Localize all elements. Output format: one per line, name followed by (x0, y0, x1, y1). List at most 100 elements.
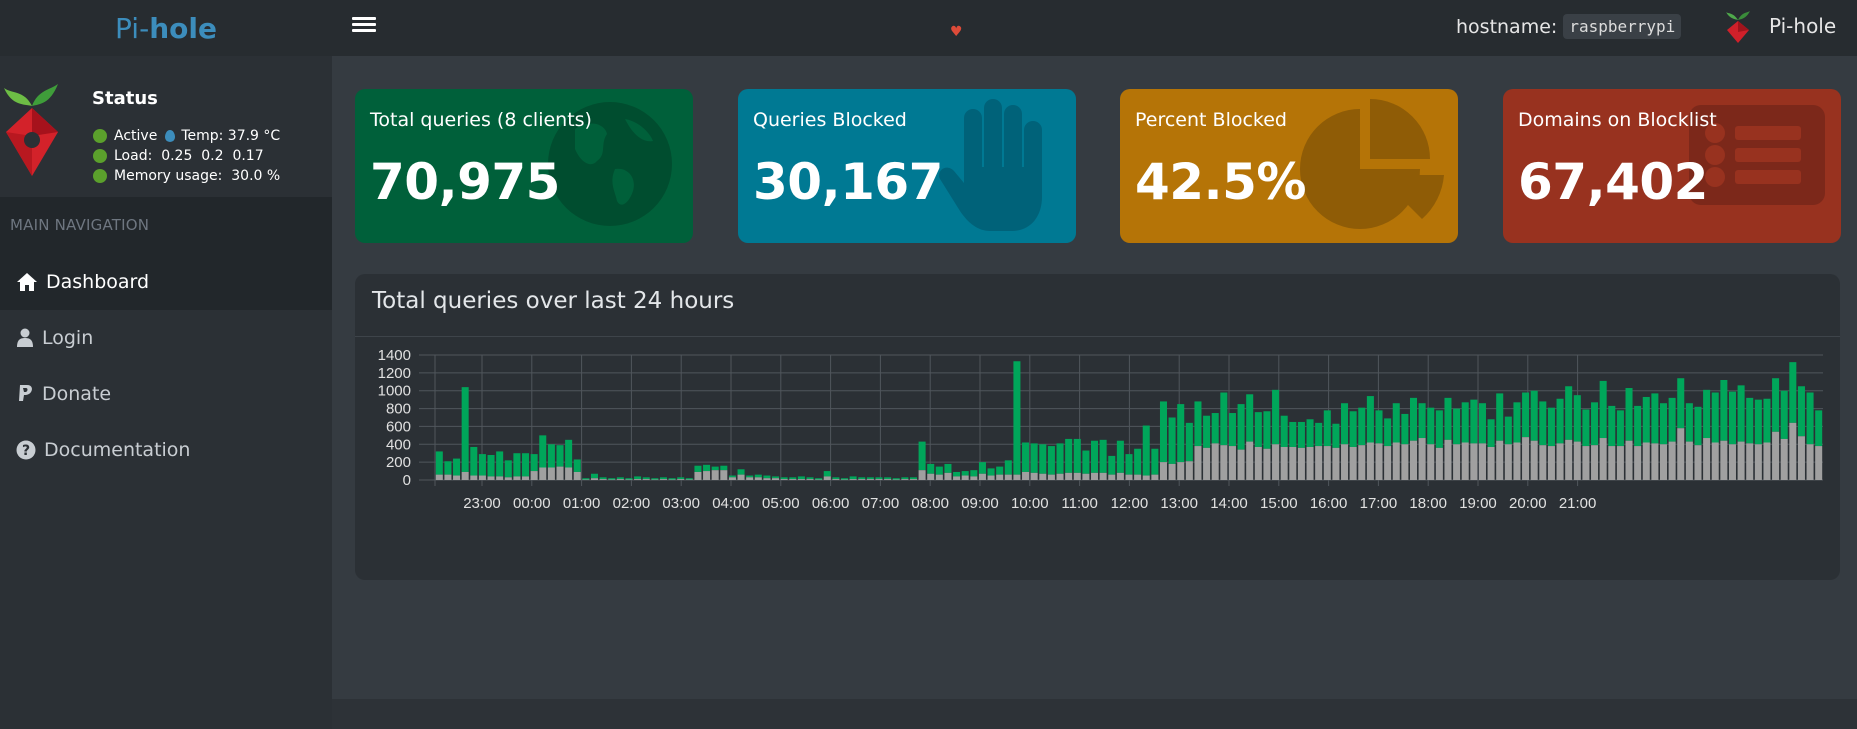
bar-blocked[interactable] (1073, 472, 1081, 480)
bar-permitted[interactable] (780, 477, 788, 480)
bar-blocked[interactable] (1435, 447, 1443, 480)
bar-blocked[interactable] (1642, 442, 1650, 481)
bar-blocked[interactable] (1211, 443, 1219, 480)
bar-permitted[interactable] (1125, 454, 1133, 475)
card-domains-blocklist[interactable]: Domains on Blocklist 67,402 (1503, 89, 1841, 243)
bar-blocked[interactable] (1694, 445, 1702, 480)
bar-permitted[interactable] (1056, 443, 1064, 474)
bar-permitted[interactable] (703, 464, 711, 472)
bar-blocked[interactable] (1125, 474, 1133, 480)
bar-permitted[interactable] (1263, 411, 1271, 449)
bar-permitted[interactable] (478, 454, 486, 476)
bar-blocked[interactable] (1091, 472, 1099, 480)
bar-permitted[interactable] (1194, 401, 1202, 447)
bar-permitted[interactable] (858, 477, 866, 480)
bar-blocked[interactable] (1728, 444, 1736, 480)
bar-blocked[interactable] (1203, 447, 1211, 480)
bar-blocked[interactable] (1228, 446, 1236, 480)
bar-blocked[interactable] (1513, 442, 1521, 481)
bar-permitted[interactable] (823, 471, 831, 477)
bar-permitted[interactable] (668, 478, 676, 480)
bar-permitted[interactable] (892, 478, 900, 480)
bar-blocked[interactable] (1711, 442, 1719, 481)
bar-blocked[interactable] (1685, 441, 1693, 480)
bar-blocked[interactable] (1427, 444, 1435, 480)
bar-blocked[interactable] (1185, 461, 1193, 480)
bar-permitted[interactable] (1151, 448, 1159, 475)
bar-permitted[interactable] (642, 477, 650, 480)
bar-blocked[interactable] (1039, 473, 1047, 480)
bar-permitted[interactable] (1108, 455, 1116, 475)
bar-blocked[interactable] (1323, 446, 1331, 480)
bar-blocked[interactable] (556, 466, 564, 480)
bar-permitted[interactable] (522, 453, 530, 477)
bar-blocked[interactable] (1366, 442, 1374, 481)
bar-blocked[interactable] (996, 474, 1004, 480)
bar-blocked[interactable] (1789, 422, 1797, 480)
sidebar-toggle-button[interactable] (352, 14, 376, 38)
bar-blocked[interactable] (1608, 446, 1616, 480)
bar-blocked[interactable] (1418, 438, 1426, 480)
bar-permitted[interactable] (1142, 425, 1150, 476)
bar-permitted[interactable] (927, 463, 935, 474)
bar-blocked[interactable] (720, 470, 728, 480)
bar-permitted[interactable] (625, 478, 633, 480)
bar-permitted[interactable] (1401, 413, 1409, 445)
bar-blocked[interactable] (780, 479, 788, 480)
bar-permitted[interactable] (513, 453, 521, 477)
bar-blocked[interactable] (1013, 474, 1021, 480)
bar-blocked[interactable] (1194, 446, 1202, 480)
bar-permitted[interactable] (1297, 421, 1305, 448)
bar-blocked[interactable] (1151, 474, 1159, 480)
bar-blocked[interactable] (1392, 442, 1400, 481)
bar-blocked[interactable] (1797, 436, 1805, 480)
bar-permitted[interactable] (461, 387, 469, 472)
bar-permitted[interactable] (1039, 444, 1047, 474)
bar-blocked[interactable] (1254, 446, 1262, 480)
bar-blocked[interactable] (875, 479, 883, 480)
bar-permitted[interactable] (1668, 397, 1676, 442)
bar-permitted[interactable] (1254, 412, 1262, 447)
bar-permitted[interactable] (918, 441, 926, 471)
bar-blocked[interactable] (1763, 442, 1771, 481)
bar-blocked[interactable] (1142, 475, 1150, 480)
bar-blocked[interactable] (1401, 444, 1409, 480)
bar-permitted[interactable] (1289, 421, 1297, 447)
bar-permitted[interactable] (1091, 440, 1099, 473)
bar-blocked[interactable] (478, 475, 486, 480)
bar-permitted[interactable] (496, 451, 504, 477)
bar-permitted[interactable] (1004, 460, 1012, 475)
bar-blocked[interactable] (1772, 431, 1780, 480)
bar-permitted[interactable] (1099, 439, 1107, 473)
bar-blocked[interactable] (1806, 444, 1814, 480)
bar-blocked[interactable] (703, 471, 711, 480)
bar-permitted[interactable] (1453, 408, 1461, 445)
bar-permitted[interactable] (1013, 361, 1021, 475)
bar-permitted[interactable] (737, 469, 745, 475)
bar-permitted[interactable] (1608, 405, 1616, 447)
bar-permitted[interactable] (453, 458, 461, 476)
bar-blocked[interactable] (884, 479, 892, 480)
bar-permitted[interactable] (1530, 390, 1538, 441)
bar-permitted[interactable] (582, 478, 590, 480)
bar-permitted[interactable] (1159, 401, 1167, 463)
bar-permitted[interactable] (1211, 413, 1219, 444)
bar-blocked[interactable] (1496, 440, 1504, 480)
bar-blocked[interactable] (530, 471, 538, 480)
bar-blocked[interactable] (1754, 444, 1762, 480)
bar-permitted[interactable] (1427, 407, 1435, 445)
bar-permitted[interactable] (789, 477, 797, 480)
bar-permitted[interactable] (1444, 397, 1452, 440)
bar-blocked[interactable] (1453, 444, 1461, 480)
bar-blocked[interactable] (444, 474, 452, 480)
bar-permitted[interactable] (1272, 389, 1280, 445)
bar-blocked[interactable] (772, 478, 780, 480)
bar-blocked[interactable] (711, 470, 719, 480)
bar-permitted[interactable] (1177, 404, 1185, 463)
bar-blocked[interactable] (1487, 446, 1495, 480)
bar-blocked[interactable] (1289, 446, 1297, 480)
bar-permitted[interactable] (444, 461, 452, 475)
bar-blocked[interactable] (806, 479, 814, 480)
bar-blocked[interactable] (1177, 462, 1185, 480)
bar-blocked[interactable] (746, 477, 754, 480)
